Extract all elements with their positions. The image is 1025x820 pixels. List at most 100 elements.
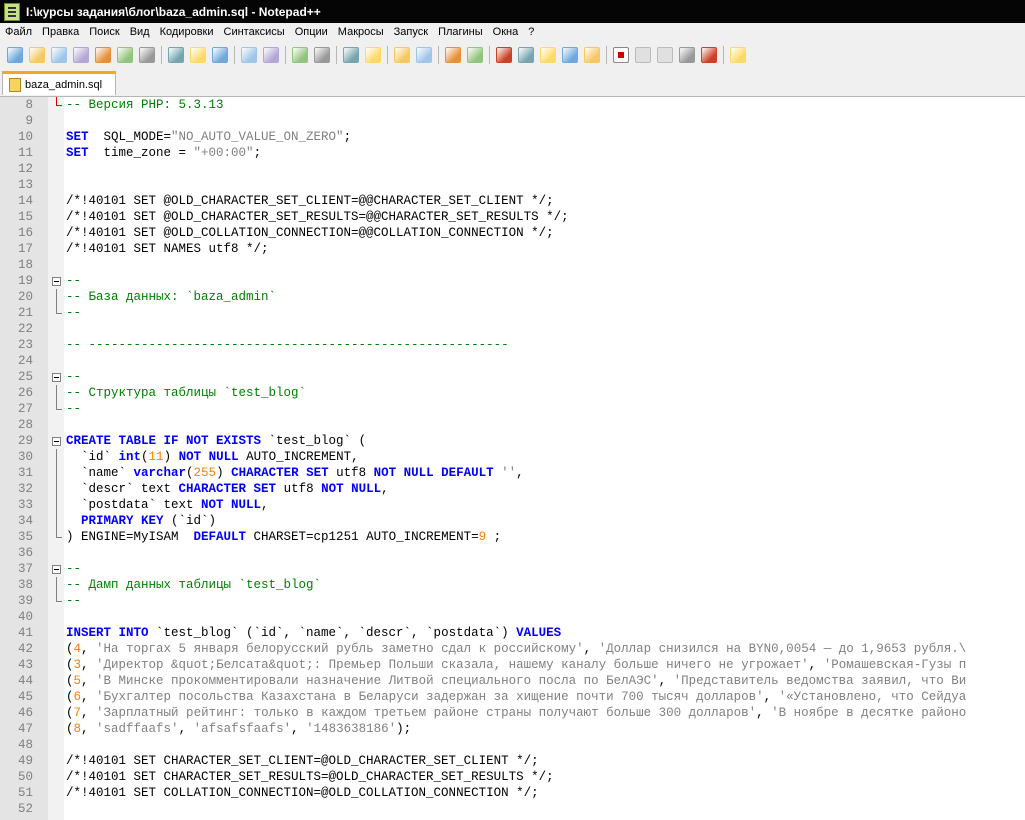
- print-icon[interactable]: [139, 46, 155, 63]
- copy-icon[interactable]: [190, 46, 206, 63]
- code-text: -- База данных: `baza_admin`: [66, 289, 276, 305]
- paste-icon[interactable]: [212, 46, 228, 63]
- open-file-icon[interactable]: [29, 46, 45, 63]
- fold-toggle-icon[interactable]: [52, 277, 61, 286]
- toolbar-separator: [438, 45, 439, 64]
- sync-vertical-icon[interactable]: [394, 46, 410, 63]
- token: (: [141, 450, 149, 464]
- token: 255: [193, 466, 217, 480]
- code-text: SET SQL_MODE="NO_AUTO_VALUE_ON_ZERO";: [66, 129, 351, 145]
- code-line: 34 PRIMARY KEY (`id`): [0, 513, 1025, 529]
- close-all-icon[interactable]: [117, 46, 133, 63]
- token: 8: [73, 722, 82, 736]
- token: ) ENGINE=MyISAM: [66, 530, 194, 544]
- line-number: 13: [17, 178, 33, 192]
- stop-macro-icon[interactable]: [635, 46, 651, 63]
- show-all-chars-icon[interactable]: [467, 46, 483, 63]
- find-icon[interactable]: [292, 46, 308, 63]
- fold-end-marker: [56, 529, 62, 538]
- code-line: 23 -- -----------------------------------…: [0, 337, 1025, 353]
- sync-horizontal-icon[interactable]: [416, 46, 432, 63]
- menu-item[interactable]: Правка: [37, 26, 84, 38]
- token: 7: [73, 706, 82, 720]
- menu-item[interactable]: Окна: [488, 26, 524, 38]
- new-file-icon[interactable]: [7, 46, 23, 63]
- menu-item[interactable]: Кодировки: [155, 26, 219, 38]
- cut-icon[interactable]: [168, 46, 184, 63]
- code-line: 51 /*!40101 SET COLLATION_CONNECTION=@OLD…: [0, 785, 1025, 801]
- code-line: 52: [0, 801, 1025, 817]
- fold-end-marker: [56, 401, 62, 410]
- line-number: 8: [25, 98, 33, 112]
- code-line: 50 /*!40101 SET CHARACTER_SET_RESULTS=@OL…: [0, 769, 1025, 785]
- token: 4: [73, 642, 82, 656]
- line-number: 17: [17, 242, 33, 256]
- fold-toggle-icon[interactable]: [52, 565, 61, 574]
- token: VALUES: [516, 626, 562, 640]
- word-wrap-icon[interactable]: [445, 46, 461, 63]
- token: (: [66, 690, 74, 704]
- token: -- -------------------------------------…: [66, 338, 509, 352]
- menu-item[interactable]: Вид: [125, 26, 155, 38]
- tab-bar: baza_admin.sql: [0, 68, 1025, 97]
- run-macro-multiple-icon[interactable]: [679, 46, 695, 63]
- fold-toggle-icon[interactable]: [52, 437, 61, 446]
- token: NOT NULL: [321, 482, 382, 496]
- save-macro-icon[interactable]: [701, 46, 717, 63]
- fold-toggle-icon[interactable]: [52, 373, 61, 382]
- function-list-icon[interactable]: [540, 46, 556, 63]
- token: CREATE TABLE IF NOT EXISTS: [66, 434, 262, 448]
- folder-workspace-icon[interactable]: [562, 46, 578, 63]
- editor-area[interactable]: 8 -- Версия PHP: 5.3.13 9 10 SET SQL_MODE="N…: [0, 97, 1025, 820]
- menu-item[interactable]: ?: [523, 26, 539, 38]
- token: 11: [148, 450, 164, 464]
- line-number: 36: [17, 546, 33, 560]
- line-number: 20: [17, 290, 33, 304]
- toolbar: [0, 41, 1025, 68]
- play-macro-icon[interactable]: [657, 46, 673, 63]
- monitoring-icon[interactable]: [584, 46, 600, 63]
- menu-item[interactable]: Запуск: [389, 26, 433, 38]
- zoom-in-icon[interactable]: [343, 46, 359, 63]
- token: /*!40101 SET @OLD_COLLATION_CONNECTION=@…: [66, 226, 554, 240]
- token: ;: [486, 530, 502, 544]
- token: CHARACTER SET: [231, 466, 329, 480]
- line-number: 11: [17, 146, 33, 160]
- line-number: 29: [17, 434, 33, 448]
- zoom-out-icon[interactable]: [365, 46, 381, 63]
- token: time_zone =: [88, 146, 194, 160]
- undo-icon[interactable]: [241, 46, 257, 63]
- token: 6: [73, 690, 82, 704]
- token: CHARACTER SET: [178, 482, 277, 496]
- line-number: 52: [17, 802, 33, 816]
- indent-guide-icon[interactable]: [496, 46, 512, 63]
- menu-item[interactable]: Поиск: [84, 26, 124, 38]
- notepad-app-icon: [4, 2, 20, 21]
- menu-item[interactable]: Макросы: [333, 26, 389, 38]
- toolbar-separator: [723, 45, 724, 64]
- close-icon[interactable]: [95, 46, 111, 63]
- token: SET: [66, 146, 89, 160]
- save-all-icon[interactable]: [73, 46, 89, 63]
- menu-bar: Файл Правка Поиск Вид Кодировки Синтаксисы Опц…: [0, 23, 1025, 41]
- line-number: 30: [17, 450, 33, 464]
- menu-item[interactable]: Плагины: [433, 26, 488, 38]
- replace-icon[interactable]: [314, 46, 330, 63]
- token: ,: [81, 722, 97, 736]
- token: -- Структура таблицы `test_blog`: [66, 386, 307, 400]
- code-text: --: [66, 561, 81, 577]
- save-icon[interactable]: [51, 46, 67, 63]
- menu-item[interactable]: Опции: [290, 26, 333, 38]
- doc-map-icon[interactable]: [518, 46, 534, 63]
- tab-baza-admin-sql[interactable]: baza_admin.sql: [2, 71, 116, 95]
- menu-item[interactable]: Синтаксисы: [219, 26, 290, 38]
- plugin-icon[interactable]: [730, 46, 746, 63]
- token: ;: [343, 130, 352, 144]
- record-macro-icon[interactable]: [613, 46, 629, 63]
- redo-icon[interactable]: [263, 46, 279, 63]
- code-line: 38 -- Дамп данных таблицы `test_blog`: [0, 577, 1025, 593]
- token: utf8: [276, 482, 322, 496]
- menu-item[interactable]: Файл: [0, 26, 37, 38]
- code-line: 16 /*!40101 SET @OLD_COLLATION_CONNECTION…: [0, 225, 1025, 241]
- code-text: -- Структура таблицы `test_blog`: [66, 385, 306, 401]
